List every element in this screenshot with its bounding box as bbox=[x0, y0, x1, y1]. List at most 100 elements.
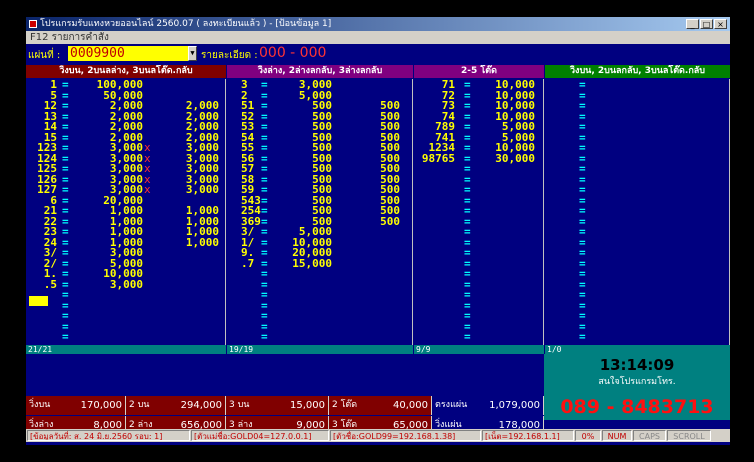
summary-value: 40,000 bbox=[393, 400, 428, 411]
entry-row[interactable]: 9. = 20,000 bbox=[227, 247, 412, 258]
summary-row-upper: วิ่งบน 170,000 2 บน 294,000 3 บน 15,000 2 โต๊ด… bbox=[26, 396, 544, 415]
input-cursor[interactable] bbox=[29, 296, 48, 306]
entry-row[interactable]: 789 = 5,000 bbox=[414, 121, 543, 132]
contact-caption: สนใจโปรแกรมโทร. bbox=[598, 377, 676, 387]
minimize-button[interactable]: _ bbox=[686, 19, 699, 29]
summary-label: ตรงแผ่น bbox=[435, 400, 468, 410]
entry-row[interactable]: 1234 = 10,000 bbox=[414, 142, 543, 153]
empty-row: = bbox=[545, 216, 729, 227]
empty-row: = bbox=[414, 205, 543, 216]
window-title: โปรแกรมรับแทงหวยออนไลน์ 2560.07 ( ลงทะเบ… bbox=[40, 19, 332, 29]
empty-row: = bbox=[545, 258, 729, 269]
entry-row[interactable]: 57 = 500 500 bbox=[227, 163, 412, 174]
empty-row: = bbox=[545, 79, 729, 90]
summary-cell: 3 บน 15,000 bbox=[226, 396, 329, 415]
empty-row: = bbox=[545, 132, 729, 143]
entry-row[interactable]: 21 = 1,000 1,000 bbox=[26, 205, 225, 216]
contact-phone: 089 - 8483713 bbox=[560, 396, 714, 418]
entry-row[interactable]: 127 = 3,000 x 3,000 bbox=[26, 184, 225, 195]
empty-row: = bbox=[545, 111, 729, 122]
sheet-number-field[interactable]: 0009900 bbox=[68, 46, 196, 61]
entry-row[interactable]: 1 = 100,000 bbox=[26, 79, 225, 90]
empty-row: = bbox=[414, 300, 543, 311]
empty-row: = bbox=[545, 289, 729, 300]
entry-number: .5 bbox=[43, 277, 57, 291]
entry-row[interactable]: 53 = 500 500 bbox=[227, 121, 412, 132]
empty-row: = bbox=[545, 247, 729, 258]
app-icon[interactable] bbox=[29, 20, 37, 28]
empty-row: = bbox=[227, 300, 412, 311]
empty-row: = bbox=[545, 163, 729, 174]
entry-row[interactable]: 3/= 5,000 bbox=[227, 226, 412, 237]
column-body-upper-run[interactable]: 1 = 100,000 5 = 50,000 12 = 2,000 2,000 13 = 2,000 2,… bbox=[26, 79, 226, 353]
status-num: NUM bbox=[602, 430, 632, 441]
entry-amount-2: 1,000 bbox=[185, 235, 219, 249]
empty-row: = bbox=[545, 174, 729, 185]
summary-value: 1,079,000 bbox=[489, 400, 540, 411]
entry-row[interactable]: 51 = 500 500 bbox=[227, 100, 412, 111]
menu-command-list[interactable]: F12 รายการคำสั่ง bbox=[30, 32, 109, 43]
entry-row[interactable]: 23 = 1,000 1,000 bbox=[26, 226, 225, 237]
entry-row[interactable]: 71 = 10,000 bbox=[414, 79, 543, 90]
column-tod: 2-5 โต๊ด 71 = 10,000 72 = 10,000 73 = 10,000 74 = 1… bbox=[414, 65, 544, 353]
entry-row[interactable]: 3 = 3,000 bbox=[227, 79, 412, 90]
empty-row: = bbox=[26, 289, 225, 300]
entry-row[interactable]: 59 = 500 500 bbox=[227, 184, 412, 195]
summary-label: 2 บน bbox=[129, 400, 150, 410]
empty-row: = bbox=[227, 321, 412, 332]
count-lower-run: 19/19 bbox=[227, 345, 413, 354]
entry-row[interactable]: 55 = 500 500 bbox=[227, 142, 412, 153]
entry-row[interactable]: 254 = 500 500 bbox=[227, 205, 412, 216]
entry-row[interactable]: 125 = 3,000 x 3,000 bbox=[26, 163, 225, 174]
sheet-label: แผ่นที่ : bbox=[28, 50, 61, 61]
empty-row: = bbox=[414, 195, 543, 206]
empty-row: = bbox=[227, 289, 412, 300]
empty-row: = bbox=[414, 268, 543, 279]
empty-row: = bbox=[414, 289, 543, 300]
entry-row[interactable]: 12 = 2,000 2,000 bbox=[26, 100, 225, 111]
entry-amount: 30,000 bbox=[495, 151, 535, 165]
entry-row[interactable]: 98765 = 30,000 bbox=[414, 153, 543, 164]
empty-row: = bbox=[545, 121, 729, 132]
reverse-flag: x bbox=[144, 183, 151, 196]
empty-row: = bbox=[414, 237, 543, 248]
status-percent: 0% bbox=[575, 430, 601, 441]
close-button[interactable]: × bbox=[714, 19, 727, 29]
entry-row[interactable]: 73 = 10,000 bbox=[414, 100, 543, 111]
summary-cell: 2 บน 294,000 bbox=[126, 396, 226, 415]
empty-row: = bbox=[414, 174, 543, 185]
empty-row: = bbox=[545, 184, 729, 195]
title-bar[interactable]: โปรแกรมรับแทงหวยออนไลน์ 2560.07 ( ลงทะเบ… bbox=[26, 17, 730, 31]
entry-row[interactable]: 1. = 10,000 bbox=[26, 268, 225, 279]
summary-label: 3 บน bbox=[229, 400, 250, 410]
empty-row: = bbox=[545, 153, 729, 164]
column-body-lower-run[interactable]: 3 = 3,000 2 = 5,000 51 = 500 500 52 = 500 500 53 = 500 50… bbox=[227, 79, 413, 353]
column-body-tod[interactable]: 71 = 10,000 72 = 10,000 73 = 10,000 74 = 10,000 789 =… bbox=[414, 79, 544, 353]
empty-row: = bbox=[545, 268, 729, 279]
empty-row: = bbox=[414, 184, 543, 195]
clock-time: 13:14:09 bbox=[599, 356, 675, 374]
empty-row: = bbox=[414, 247, 543, 258]
empty-row: = bbox=[26, 321, 225, 332]
summary-label: 2 โต๊ด bbox=[332, 400, 358, 410]
empty-row: = bbox=[414, 216, 543, 227]
entry-row[interactable]: .5 = 3,000 bbox=[26, 279, 225, 290]
sheet-dropdown-arrow-icon[interactable]: ▼ bbox=[188, 46, 197, 61]
entry-row[interactable]: 14 = 2,000 2,000 bbox=[26, 121, 225, 132]
empty-row: = bbox=[545, 331, 729, 342]
summary-cell: วิ่งบน 170,000 bbox=[26, 396, 126, 415]
column-body-upper-run-2[interactable]: ========================== bbox=[545, 79, 730, 353]
empty-row: = bbox=[414, 226, 543, 237]
empty-row: = bbox=[414, 279, 543, 290]
empty-row: = bbox=[545, 142, 729, 153]
empty-row: = bbox=[227, 331, 412, 342]
maximize-button[interactable]: □ bbox=[700, 19, 713, 29]
empty-row: = bbox=[227, 279, 412, 290]
entry-row[interactable]: .7 = 15,000 bbox=[227, 258, 412, 269]
status-caps: CAPS bbox=[633, 430, 666, 441]
entry-row[interactable]: 3/= 3,000 bbox=[26, 247, 225, 258]
entry-number: 98765 bbox=[421, 151, 455, 165]
count-tod: 9/9 bbox=[414, 345, 544, 354]
column-lower-run: วิ่งล่าง, 2ล่างลกลับ, 3ล่างลกลับ 3 = 3,000… bbox=[227, 65, 413, 353]
entry-row[interactable]: 123 = 3,000 x 3,000 bbox=[26, 142, 225, 153]
